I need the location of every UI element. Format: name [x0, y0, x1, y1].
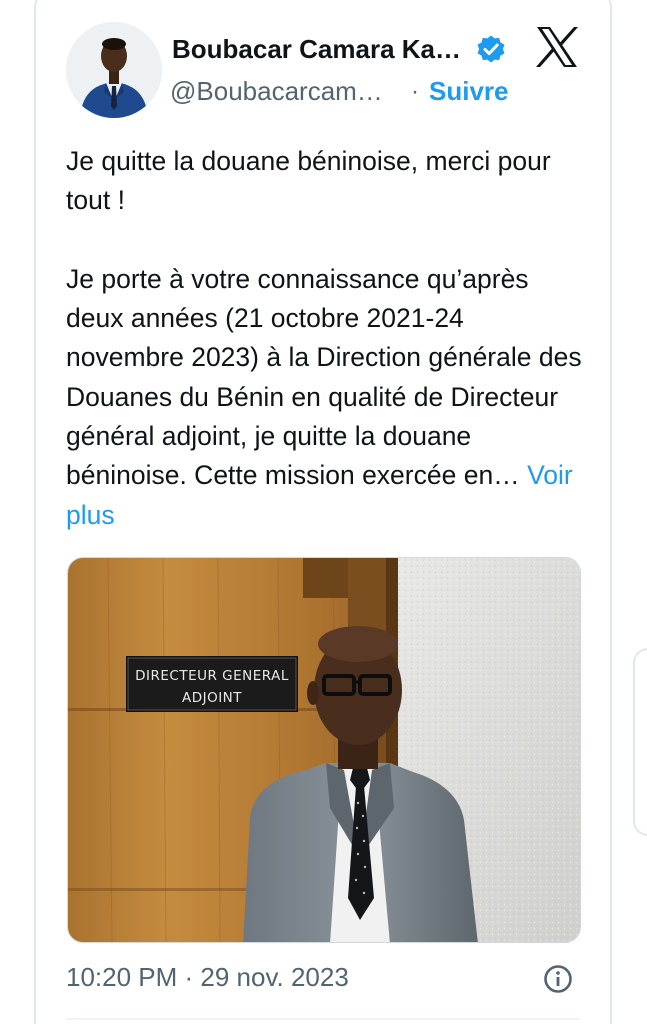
- tweet-text-body: Je porte à votre connaissance qu’après d…: [66, 260, 586, 535]
- info-icon[interactable]: [543, 964, 573, 994]
- author-avatar[interactable]: [66, 22, 162, 118]
- tweet-text-body-content: Je porte à votre connaissance qu’après d…: [66, 263, 582, 491]
- tweet-photo[interactable]: DIRECTEUR GENERAL ADJOINT: [67, 557, 581, 943]
- tweet-screenshot: Boubacar Camara Ka… @Boubacarcam… · Suiv…: [0, 0, 647, 1024]
- author-handle[interactable]: @Boubacarcam…: [170, 76, 383, 107]
- sign-line-1: DIRECTEUR GENERAL: [135, 668, 289, 684]
- tweet-text: Je quitte la douane béninoise, merci pou…: [66, 142, 586, 535]
- side-panel-edge: [633, 648, 647, 836]
- tweet-timestamp[interactable]: 10:20 PM · 29 nov. 2023: [66, 962, 349, 993]
- sign-line-2: ADJOINT: [182, 690, 242, 706]
- tweet-text-intro: Je quitte la douane béninoise, merci pou…: [66, 146, 551, 216]
- follow-button[interactable]: Suivre: [429, 76, 509, 107]
- author-name[interactable]: Boubacar Camara Ka…: [172, 34, 461, 65]
- x-logo-icon[interactable]: [535, 26, 579, 68]
- divider: [66, 1018, 580, 1020]
- verified-badge-icon: [475, 34, 507, 66]
- separator-dot: ·: [411, 78, 419, 105]
